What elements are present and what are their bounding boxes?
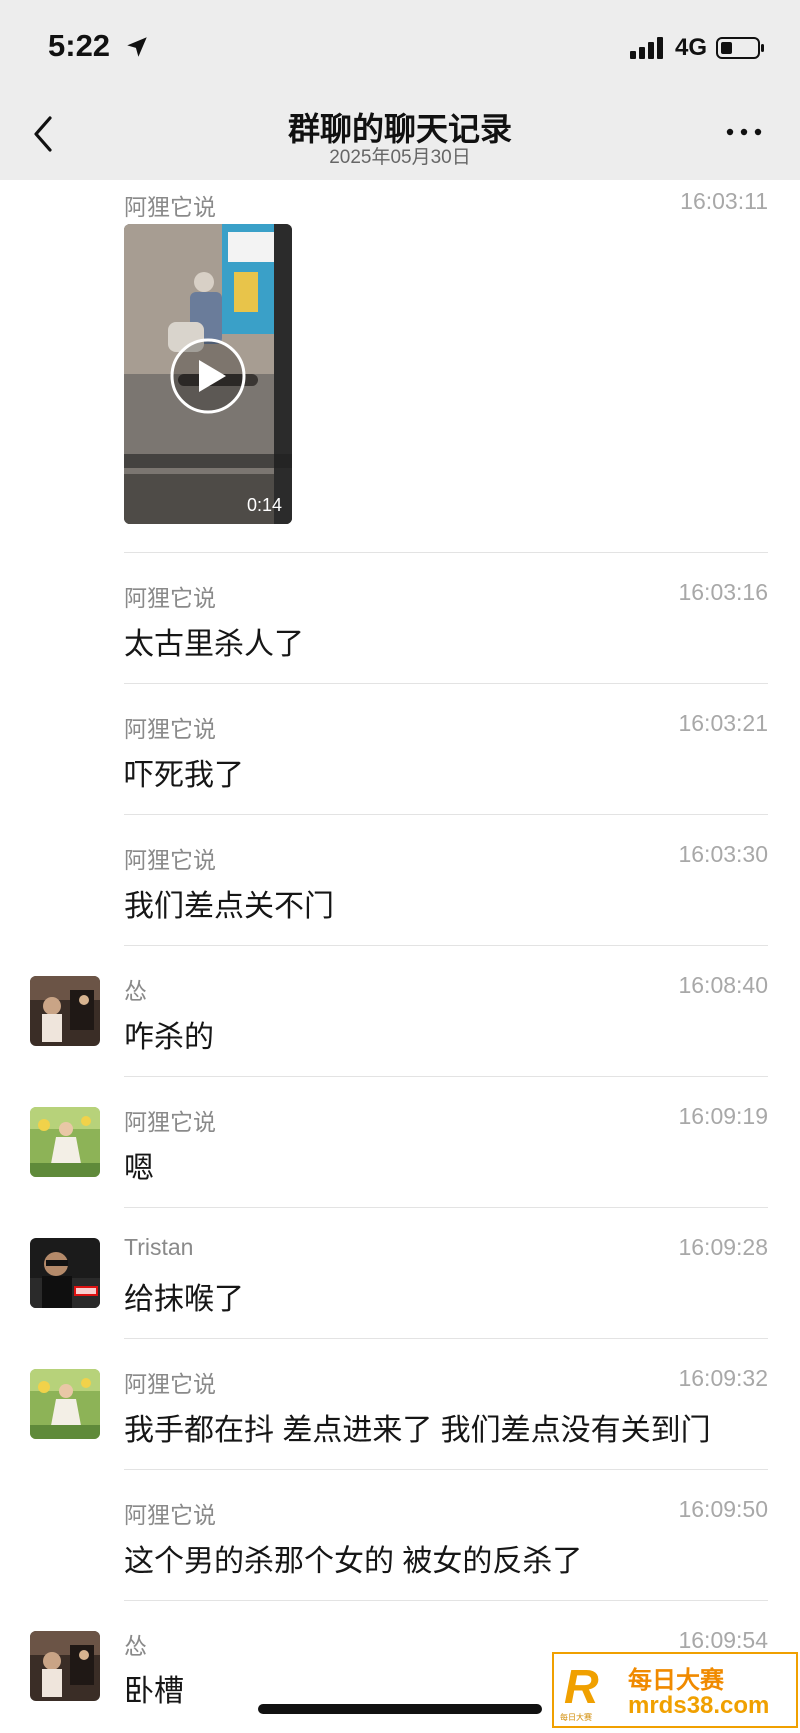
chat-message: Tristan 16:09:28 给抹喉了 <box>0 1207 800 1338</box>
message-sender: 阿狸它说 <box>124 847 216 873</box>
message-time: 16:09:50 <box>678 1496 768 1522</box>
chat-message: 怂 16:08:40 咋杀的 <box>0 945 800 1076</box>
chat-message-video: 阿狸它说 16:03:11 <box>0 184 800 554</box>
message-sender: 阿狸它说 <box>124 194 216 220</box>
message-sender: 阿狸它说 <box>124 716 216 742</box>
message-sender: 阿狸它说 <box>124 585 216 611</box>
watermark-logo-sub: 每日大赛 <box>560 1713 592 1722</box>
chat-message: 阿狸它说 16:03:16 太古里杀人了 <box>0 552 800 683</box>
avatar[interactable] <box>30 1631 100 1701</box>
network-type: 4G <box>675 34 708 61</box>
message-time: 16:09:28 <box>678 1234 768 1260</box>
message-sender: 怂 <box>124 978 147 1004</box>
top-bar: 5:22 4G 群聊的聊天记录 2025年05月30日 <box>0 0 800 180</box>
message-sender: 阿狸它说 <box>124 1109 216 1135</box>
avatar[interactable] <box>30 1369 100 1439</box>
avatar[interactable] <box>30 1238 100 1308</box>
message-text: 咋杀的 <box>124 1021 214 1054</box>
play-icon[interactable] <box>168 336 248 416</box>
message-time: 16:03:30 <box>678 841 768 867</box>
message-time: 16:09:32 <box>678 1365 768 1391</box>
chat-message: 阿狸它说 16:03:30 我们差点关不门 <box>0 814 800 945</box>
message-sender: Tristan <box>124 1234 194 1260</box>
message-sender: 阿狸它说 <box>124 1502 216 1528</box>
message-time: 16:03:11 <box>680 188 768 214</box>
message-time: 16:09:19 <box>678 1103 768 1129</box>
battery-icon <box>716 37 764 59</box>
watermark-logo: R 每日大赛 每日大赛 mrds38.com <box>552 1652 798 1728</box>
video-thumbnail[interactable]: 0:14 <box>124 224 292 524</box>
message-text: 嗯 <box>124 1152 154 1185</box>
message-sender: 阿狸它说 <box>124 1371 216 1397</box>
location-arrow-icon <box>127 37 147 57</box>
page-subtitle-date: 2025年05月30日 <box>329 147 471 168</box>
avatar[interactable] <box>30 1107 100 1177</box>
message-time: 16:03:21 <box>678 710 768 736</box>
message-sender: 怂 <box>124 1633 147 1659</box>
message-text: 卧槽 <box>124 1675 184 1708</box>
message-text: 我手都在抖 差点进来了 我们差点没有关到门 <box>124 1414 711 1447</box>
avatar[interactable] <box>30 976 100 1046</box>
chat-message: 阿狸它说 16:09:19 嗯 <box>0 1076 800 1207</box>
chat-message: 阿狸它说 16:09:50 这个男的杀那个女的 被女的反杀了 <box>0 1469 800 1600</box>
message-time: 16:08:40 <box>678 972 768 998</box>
message-text: 我们差点关不门 <box>124 890 334 923</box>
watermark-name: 每日大赛 <box>628 1667 724 1694</box>
signal-icon <box>630 37 663 59</box>
message-time: 16:03:16 <box>678 579 768 605</box>
message-text: 吓死我了 <box>124 759 244 792</box>
message-text: 给抹喉了 <box>124 1283 244 1316</box>
chat-message: 阿狸它说 16:03:21 吓死我了 <box>0 683 800 814</box>
home-indicator[interactable] <box>258 1704 542 1714</box>
message-text: 这个男的杀那个女的 被女的反杀了 <box>124 1545 583 1578</box>
status-time: 5:22 <box>48 28 111 63</box>
more-dots-icon[interactable] <box>724 122 764 142</box>
watermark-logo-r: R <box>564 1661 599 1714</box>
chat-message: 阿狸它说 16:09:32 我手都在抖 差点进来了 我们差点没有关到门 <box>0 1338 800 1469</box>
message-time: 16:09:54 <box>678 1627 768 1653</box>
message-text: 太古里杀人了 <box>124 628 304 661</box>
video-duration: 0:14 <box>246 495 282 515</box>
watermark-url: mrds38.com <box>628 1692 770 1719</box>
